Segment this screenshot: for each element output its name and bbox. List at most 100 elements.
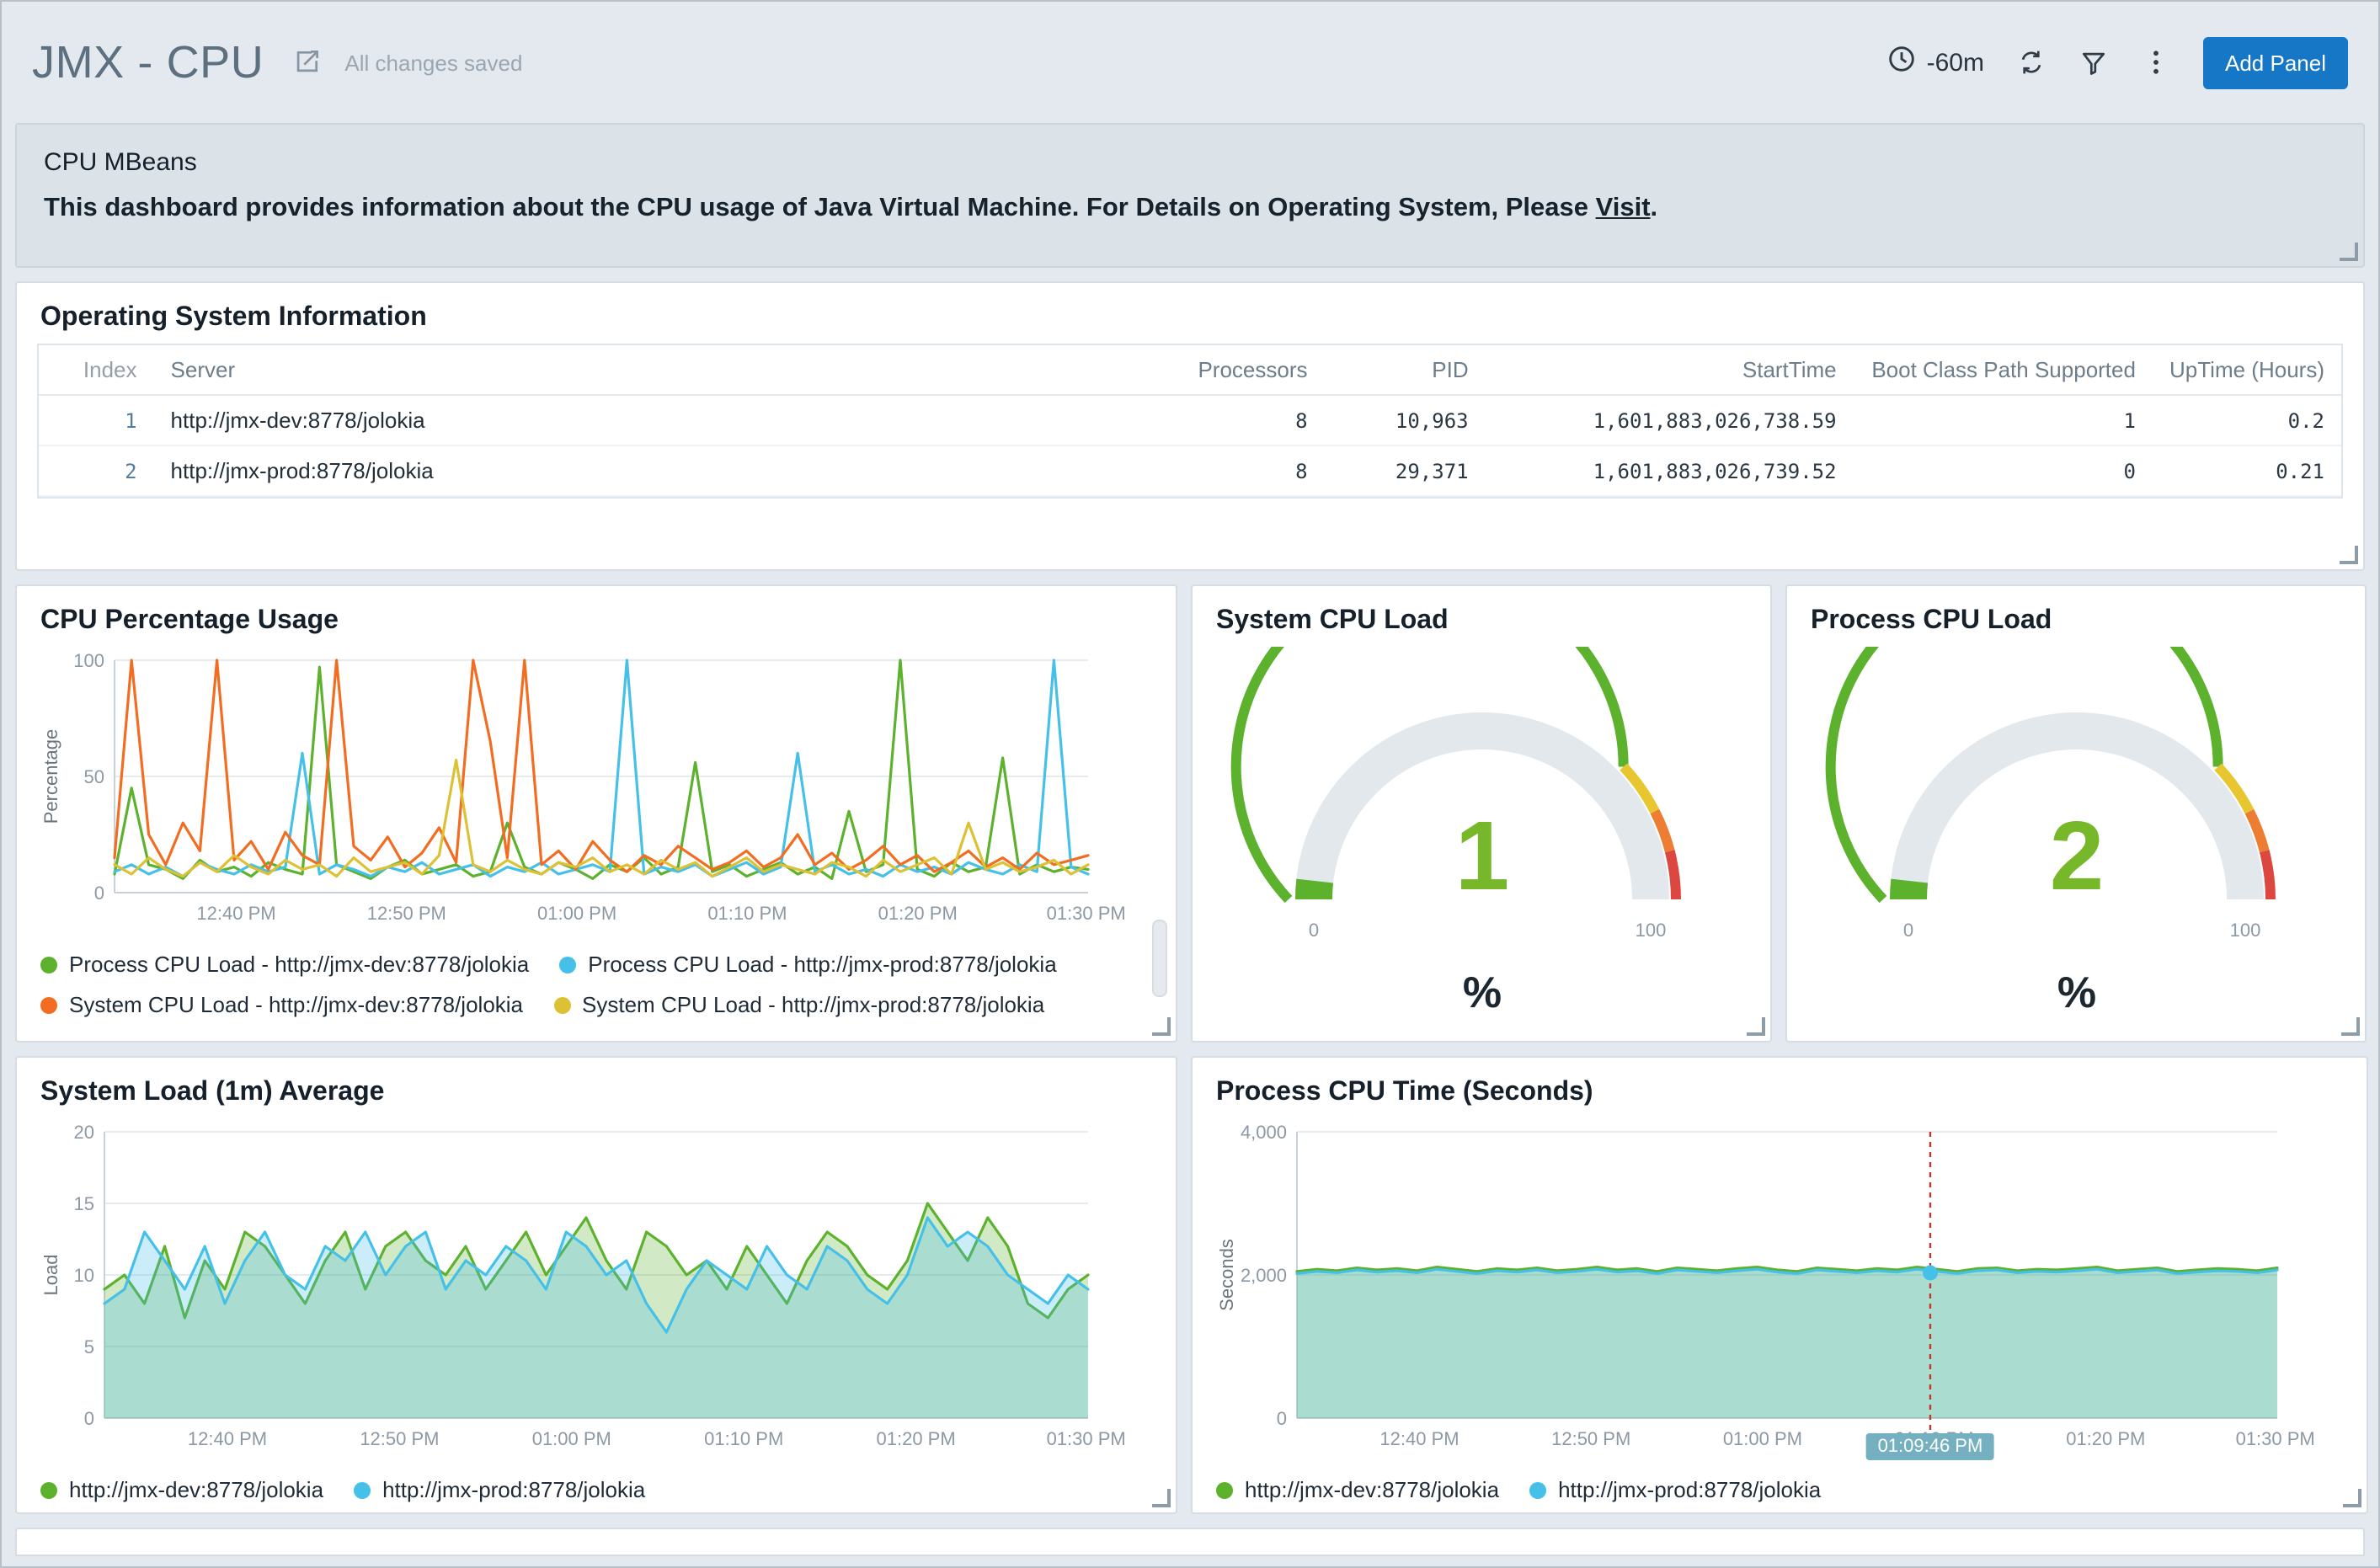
resize-handle[interactable] <box>2340 546 2358 564</box>
svg-text:20: 20 <box>74 1122 94 1143</box>
legend-item[interactable]: http://jmx-dev:8778/jolokia <box>1216 1477 1499 1502</box>
legend-item[interactable]: http://jmx-prod:8778/jolokia <box>354 1477 645 1502</box>
resize-handle[interactable] <box>1152 1017 1171 1036</box>
svg-text:01:10 PM: 01:10 PM <box>704 1428 783 1449</box>
svg-text:Percentage: Percentage <box>40 729 61 824</box>
description-text: This dashboard provides information abou… <box>44 194 1596 222</box>
svg-text:%: % <box>1462 968 1501 1017</box>
svg-text:12:40 PM: 12:40 PM <box>196 903 275 924</box>
resize-handle[interactable] <box>2340 243 2358 261</box>
col-starttime: StartTime <box>1486 345 1854 395</box>
legend-label: Process CPU Load - http://jmx-prod:8778/… <box>588 952 1056 977</box>
cell-processors: 8 <box>1118 445 1325 496</box>
resize-handle[interactable] <box>1747 1017 1765 1036</box>
svg-text:Seconds: Seconds <box>1216 1239 1237 1311</box>
legend-item[interactable]: Process CPU Load - http://jmx-prod:8778/… <box>559 952 1056 977</box>
cell-pid: 29,371 <box>1325 445 1486 496</box>
add-panel-button[interactable]: Add Panel <box>2203 36 2348 88</box>
dashboard-app: JMX - CPU All changes saved -60m <box>0 0 2380 1568</box>
panel-process-cpu-time: Process CPU Time (Seconds) 02,0004,000Se… <box>1191 1056 2368 1514</box>
svg-text:12:40 PM: 12:40 PM <box>188 1428 267 1449</box>
svg-text:0: 0 <box>1902 920 1913 941</box>
kebab-menu-icon[interactable] <box>2141 47 2171 77</box>
resize-handle[interactable] <box>2341 1017 2360 1036</box>
svg-text:Load: Load <box>40 1255 61 1296</box>
page-title: JMX - CPU <box>32 36 264 88</box>
svg-text:0: 0 <box>1308 920 1318 941</box>
panel-system-load-average: System Load (1m) Average 05101520Load12:… <box>15 1056 1177 1514</box>
svg-text:0: 0 <box>1277 1408 1287 1429</box>
cell-server: http://jmx-dev:8778/jolokia <box>154 395 1118 445</box>
svg-text:01:00 PM: 01:00 PM <box>537 903 616 924</box>
legend-label: System CPU Load - http://jmx-prod:8778/j… <box>582 992 1044 1017</box>
chart-legend: http://jmx-dev:8778/jolokia http://jmx-pr… <box>40 1477 1152 1502</box>
cell-pid: 10,963 <box>1325 395 1486 445</box>
legend-item[interactable]: System CPU Load - http://jmx-dev:8778/jo… <box>40 992 523 1017</box>
cell-bootclasspath: 0 <box>1854 445 2153 496</box>
panel-title: Process CPU Load <box>1811 606 2341 637</box>
legend-dot <box>553 996 570 1013</box>
col-pid: PID <box>1325 345 1486 395</box>
legend-item[interactable]: System CPU Load - http://jmx-prod:8778/j… <box>553 992 1044 1017</box>
cpu-percentage-chart[interactable]: 050100Percentage12:40 PM12:50 PM01:00 PM… <box>37 647 1142 930</box>
legend-label: http://jmx-dev:8778/jolokia <box>1245 1477 1499 1502</box>
filter-icon[interactable] <box>2078 47 2109 77</box>
dashboard-header: JMX - CPU All changes saved -60m <box>2 2 2378 123</box>
legend-item[interactable]: http://jmx-dev:8778/jolokia <box>40 1477 323 1502</box>
col-uptime: UpTime (Hours) <box>2153 345 2341 395</box>
svg-text:2: 2 <box>2049 801 2104 910</box>
panel-system-cpu-load: System CPU Load 01001% <box>1191 584 1772 1043</box>
panel-os-information: Operating System Information Index Serve… <box>15 281 2365 571</box>
os-table: Index Server Processors PID StartTime Bo… <box>37 344 2343 499</box>
svg-text:12:40 PM: 12:40 PM <box>1379 1428 1459 1449</box>
svg-text:01:30 PM: 01:30 PM <box>1047 903 1126 924</box>
svg-text:12:50 PM: 12:50 PM <box>1551 1428 1630 1449</box>
svg-text:100: 100 <box>2229 920 2260 941</box>
legend-label: Process CPU Load - http://jmx-dev:8778/j… <box>69 952 529 977</box>
partial-panel <box>15 1528 2365 1556</box>
process-cpu-time-chart[interactable]: 02,0004,000Seconds12:40 PM12:50 PM01:00 … <box>1213 1118 2331 1455</box>
panel-title: CPU MBeans <box>44 148 2336 177</box>
svg-text:15: 15 <box>74 1193 94 1214</box>
visit-link[interactable]: Visit <box>1596 194 1651 222</box>
cell-uptime: 0.21 <box>2153 445 2341 496</box>
system-load-chart[interactable]: 05101520Load12:40 PM12:50 PM01:00 PM01:1… <box>37 1118 1142 1455</box>
legend-scrollbar[interactable] <box>1152 920 1167 997</box>
edit-icon[interactable] <box>291 47 321 77</box>
col-index: Index <box>39 345 154 395</box>
svg-text:4,000: 4,000 <box>1241 1122 1287 1143</box>
panel-cpu-percentage-usage: CPU Percentage Usage 050100Percentage12:… <box>15 584 1177 1043</box>
col-processors: Processors <box>1118 345 1325 395</box>
svg-text:50: 50 <box>84 766 104 787</box>
table-row: 2 http://jmx-prod:8778/jolokia 8 29,371 … <box>39 445 2341 496</box>
panel-title: Operating System Information <box>40 303 2340 333</box>
cell-starttime: 1,601,883,026,738.59 <box>1486 395 1854 445</box>
panel-process-cpu-load: Process CPU Load 01002% <box>1785 584 2367 1043</box>
resize-handle[interactable] <box>1152 1489 1171 1507</box>
chart-legend: http://jmx-dev:8778/jolokia http://jmx-pr… <box>1216 1477 2343 1502</box>
legend-item[interactable]: Process CPU Load - http://jmx-dev:8778/j… <box>40 952 529 977</box>
legend-dot <box>354 1481 371 1498</box>
refresh-icon[interactable] <box>2016 47 2046 77</box>
col-bootclasspath: Boot Class Path Supported <box>1854 345 2153 395</box>
svg-text:100: 100 <box>1635 920 1666 941</box>
panel-title: System CPU Load <box>1216 606 1747 637</box>
cell-index: 1 <box>39 395 154 445</box>
time-range-value: -60m <box>1927 48 1984 77</box>
panel-title: CPU Percentage Usage <box>40 606 1152 637</box>
legend-item[interactable]: http://jmx-prod:8778/jolokia <box>1529 1477 1821 1502</box>
legend-dot <box>40 956 57 973</box>
svg-text:12:50 PM: 12:50 PM <box>367 903 446 924</box>
cell-bootclasspath: 1 <box>1854 395 2153 445</box>
svg-text:12:50 PM: 12:50 PM <box>360 1428 439 1449</box>
resize-handle[interactable] <box>2343 1489 2361 1507</box>
legend-dot <box>559 956 576 973</box>
clock-icon <box>1886 44 1917 81</box>
svg-text:01:20 PM: 01:20 PM <box>2066 1428 2145 1449</box>
system-cpu-gauge[interactable]: 01001% <box>1212 647 1751 1031</box>
cell-uptime: 0.2 <box>2153 395 2341 445</box>
cell-starttime: 1,601,883,026,739.52 <box>1486 445 1854 496</box>
time-range-control[interactable]: -60m <box>1886 44 1984 81</box>
legend-dot <box>40 1481 57 1498</box>
process-cpu-gauge[interactable]: 01002% <box>1806 647 2345 1031</box>
